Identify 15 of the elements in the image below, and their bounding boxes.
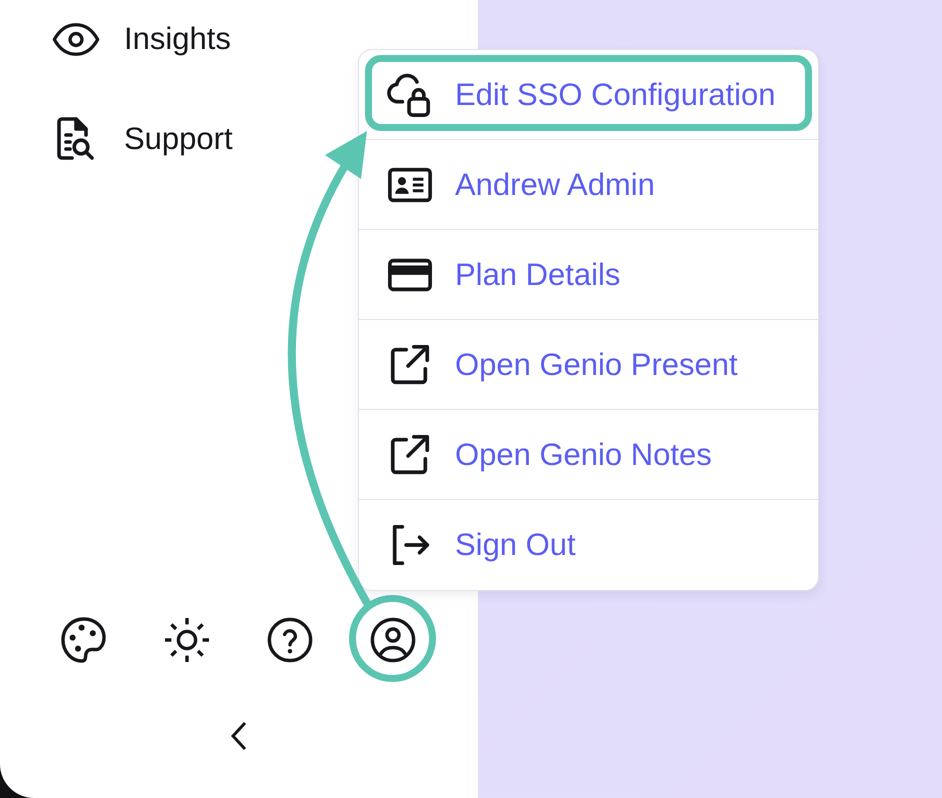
menu-item[interactable]: Open Genio Notes [359,410,818,500]
nav-item[interactable]: Support [52,100,233,178]
menu-item[interactable]: Open Genio Present [359,320,818,410]
sun-icon [163,616,211,664]
menu-item[interactable]: Plan Details [359,230,818,320]
user-circle-icon [369,616,417,664]
chevron-left-icon [230,721,248,751]
document-search-icon [56,117,96,161]
menu-item[interactable]: Sign Out [359,500,818,590]
help-icon [266,616,314,664]
menu-item[interactable]: Edit SSO Configuration [359,50,818,140]
cloud-lock-icon [387,72,433,118]
eye-icon [52,22,100,56]
palette-icon [60,616,108,664]
nav-item[interactable]: Insights [52,0,231,78]
